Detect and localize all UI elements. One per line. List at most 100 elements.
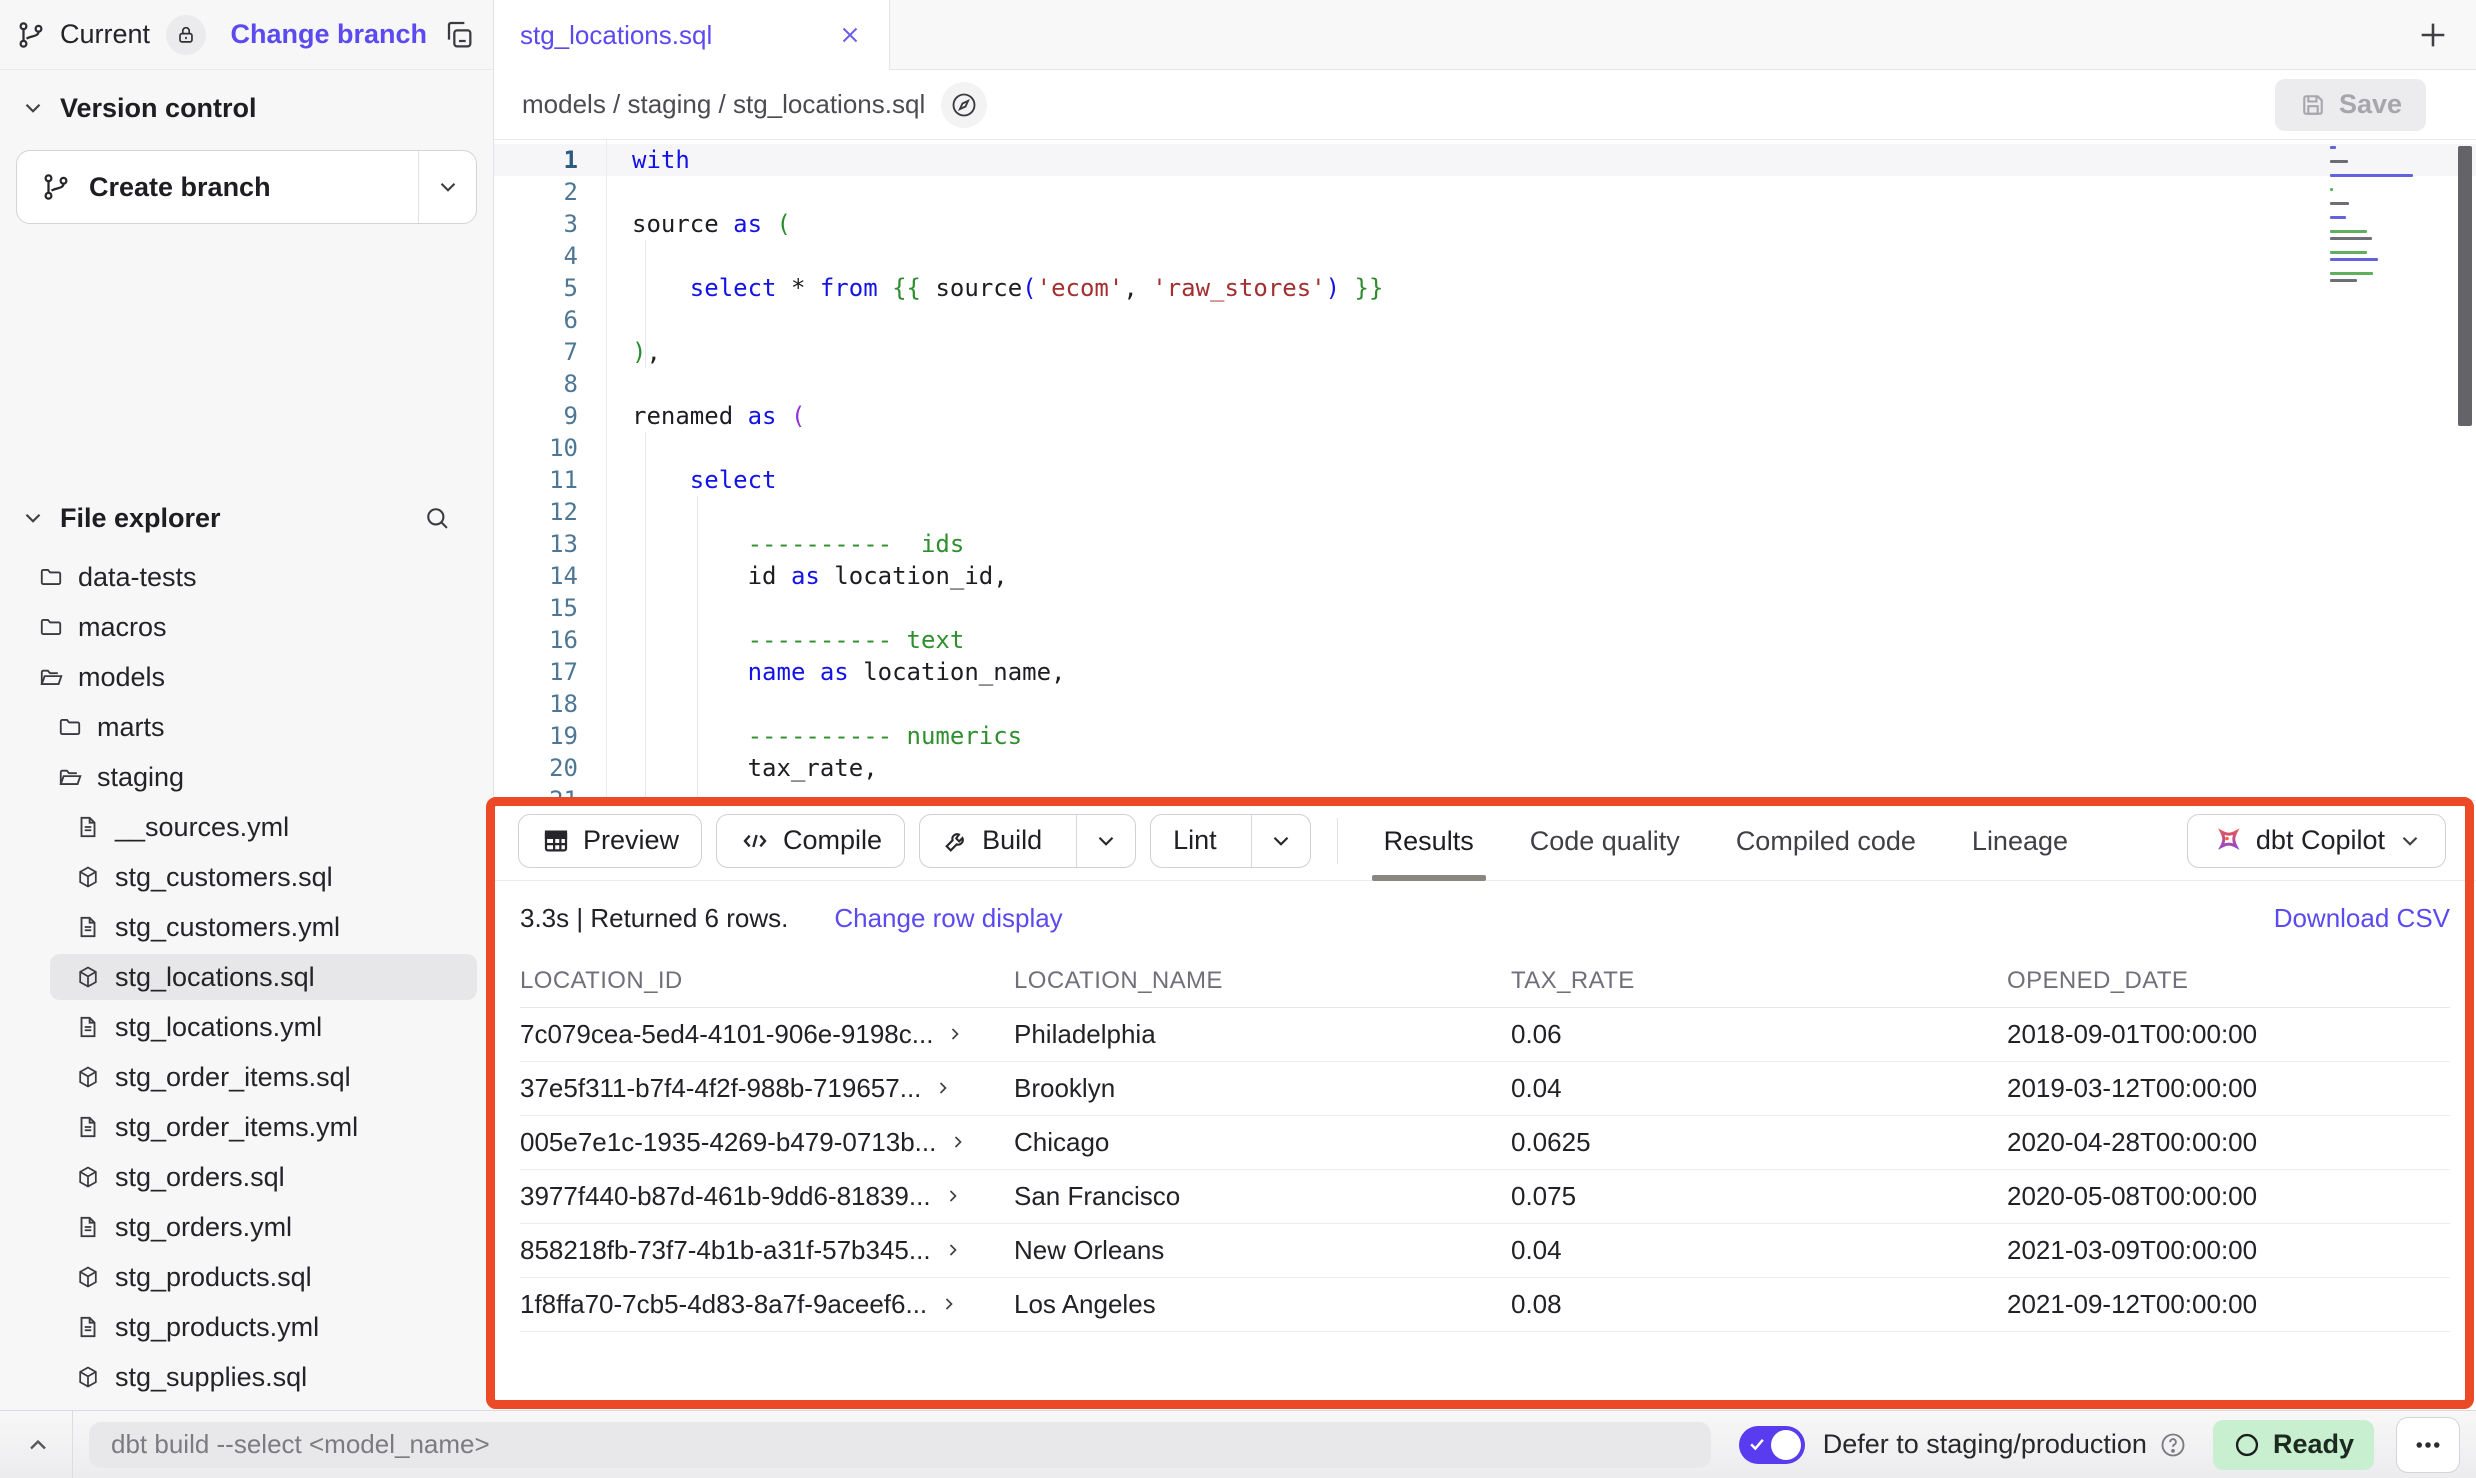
dbt-command-input[interactable] (89, 1422, 1711, 1468)
file-tree-file-stg_orders.sql[interactable]: stg_orders.sql (0, 1152, 493, 1202)
file-tree-folder-marts[interactable]: marts (0, 702, 493, 752)
code-line[interactable]: 20 tax_rate, (494, 752, 2476, 784)
table-row[interactable]: 005e7e1c-1935-4269-b479-0713b...Chicago0… (520, 1115, 2450, 1169)
change-row-display-link[interactable]: Change row display (834, 903, 1062, 934)
code-line[interactable]: 14 id as location_id, (494, 560, 2476, 592)
code-line[interactable]: 18 (494, 688, 2476, 720)
status-circle-icon (2233, 1431, 2261, 1459)
create-branch-dropdown[interactable] (418, 151, 476, 223)
tab-results[interactable]: Results (1356, 801, 1502, 881)
dbt-copilot-label: dbt Copilot (2256, 825, 2385, 856)
line-number: 19 (494, 720, 606, 752)
code-line[interactable]: 19 ---------- numerics (494, 720, 2476, 752)
code-text (606, 432, 632, 464)
lint-button-group: Lint (1150, 814, 1311, 868)
file-explorer-header[interactable]: File explorer (0, 490, 493, 546)
collapse-panel-button[interactable] (16, 1431, 60, 1459)
compile-button[interactable]: Compile (716, 814, 905, 868)
sidebar: Current Change branch Version control (0, 0, 494, 1410)
line-number: 5 (494, 272, 606, 304)
file-tree-file-stg_products.sql[interactable]: stg_products.sql (0, 1252, 493, 1302)
code-line[interactable]: 1with (494, 144, 2476, 176)
search-icon[interactable] (423, 504, 451, 532)
code-line[interactable]: 9renamed as ( (494, 400, 2476, 432)
help-question-icon[interactable] (2159, 1431, 2187, 1459)
tab-lineage[interactable]: Lineage (1944, 801, 2096, 881)
build-dropdown[interactable] (1076, 815, 1135, 867)
row-expand-chevron-icon[interactable] (933, 1078, 953, 1098)
table-row[interactable]: 37e5f311-b7f4-4f2f-988b-719657...Brookly… (520, 1061, 2450, 1115)
copy-icon[interactable] (443, 19, 475, 51)
build-button[interactable]: Build (920, 815, 1064, 867)
table-row[interactable]: 858218fb-73f7-4b1b-a31f-57b345...New Orl… (520, 1223, 2450, 1277)
file-tree-file-stg_locations.yml[interactable]: stg_locations.yml (0, 1002, 493, 1052)
code-line[interactable]: 2 (494, 176, 2476, 208)
code-editor[interactable]: 1with23source as (45 select * from {{ so… (494, 140, 2476, 800)
download-csv-link[interactable]: Download CSV (2274, 903, 2450, 934)
code-line[interactable]: 5 select * from {{ source('ecom', 'raw_s… (494, 272, 2476, 304)
line-number: 18 (494, 688, 606, 720)
version-control-header[interactable]: Version control (0, 80, 493, 136)
preview-button[interactable]: Preview (518, 814, 702, 868)
table-row[interactable]: 3977f440-b87d-461b-9dd6-81839...San Fran… (520, 1169, 2450, 1223)
column-header-location_name: LOCATION_NAME (1014, 955, 1511, 1007)
table-row[interactable]: 7c079cea-5ed4-4101-906e-9198c...Philadel… (520, 1007, 2450, 1061)
status-badge[interactable]: Ready (2213, 1420, 2374, 1470)
code-line[interactable]: 8 (494, 368, 2476, 400)
new-tab-plus-icon[interactable] (2416, 18, 2450, 52)
code-line[interactable]: 4 (494, 240, 2476, 272)
code-line[interactable]: 17 name as location_name, (494, 656, 2476, 688)
code-line[interactable]: 13 ---------- ids (494, 528, 2476, 560)
change-branch-link[interactable]: Change branch (230, 19, 427, 50)
file-tree-folder-models[interactable]: models (0, 652, 493, 702)
code-line[interactable]: 16 ---------- text (494, 624, 2476, 656)
file-tree-file-stg_locations.sql[interactable]: stg_locations.sql (0, 952, 493, 1002)
file-tree-folder-macros[interactable]: macros (0, 602, 493, 652)
code-line[interactable]: 3source as ( (494, 208, 2476, 240)
file-tree-file-stg_products.yml[interactable]: stg_products.yml (0, 1302, 493, 1352)
tab-compiled-code[interactable]: Compiled code (1708, 801, 1944, 881)
file-tree-file-stg_order_items.yml[interactable]: stg_order_items.yml (0, 1102, 493, 1152)
code-line[interactable]: 12 (494, 496, 2476, 528)
results-panel: Preview Compile Build (494, 800, 2476, 1410)
code-line[interactable]: 21 (494, 784, 2476, 800)
defer-toggle[interactable] (1739, 1426, 1805, 1464)
file-tree-file-stg_supplies.sql[interactable]: stg_supplies.sql (0, 1352, 493, 1402)
file-tree-folder-staging[interactable]: staging (0, 752, 493, 802)
file-tree-file-stg_orders.yml[interactable]: stg_orders.yml (0, 1202, 493, 1252)
ellipsis-icon (2413, 1430, 2443, 1460)
tab-code-quality[interactable]: Code quality (1502, 801, 1708, 881)
row-expand-chevron-icon[interactable] (943, 1186, 963, 1206)
file-tree-file-stg_order_items.sql[interactable]: stg_order_items.sql (0, 1052, 493, 1102)
create-branch-button[interactable]: Create branch (16, 150, 477, 224)
code-line[interactable]: 10 (494, 432, 2476, 464)
dbt-copilot-button[interactable]: dbt Copilot (2187, 814, 2446, 868)
code-line[interactable]: 7), (494, 336, 2476, 368)
close-icon[interactable] (837, 22, 863, 48)
row-expand-chevron-icon[interactable] (939, 1294, 959, 1314)
code-line[interactable]: 15 (494, 592, 2476, 624)
save-button[interactable]: Save (2275, 79, 2426, 131)
table-row[interactable]: 1f8ffa70-7cb5-4d83-8a7f-9aceef6...Los An… (520, 1277, 2450, 1331)
code-line[interactable]: 11 select (494, 464, 2476, 496)
file-tree-file-stg_customers.yml[interactable]: stg_customers.yml (0, 902, 493, 952)
more-menu-button[interactable] (2396, 1417, 2460, 1473)
file-tree-folder-data-tests[interactable]: data-tests (0, 552, 493, 602)
tab-stg-locations-sql[interactable]: stg_locations.sql (494, 0, 890, 70)
document-icon (75, 1214, 101, 1240)
docs-compass-button[interactable] (941, 82, 987, 128)
editor-scrollbar[interactable] (2458, 146, 2472, 426)
row-expand-chevron-icon[interactable] (948, 1132, 968, 1152)
file-name: __sources.yml (115, 812, 289, 843)
file-tree-file-__sources.yml[interactable]: __sources.yml (0, 802, 493, 852)
code-line[interactable]: 6 (494, 304, 2476, 336)
lint-dropdown[interactable] (1251, 815, 1310, 867)
row-expand-chevron-icon[interactable] (945, 1024, 965, 1044)
file-tree-file-stg_customers.sql[interactable]: stg_customers.sql (0, 852, 493, 902)
cell-opened-date: 2021-03-09T00:00:00 (2007, 1223, 2450, 1277)
code-text: with (606, 144, 690, 176)
line-number: 15 (494, 592, 606, 624)
cell-tax-rate: 0.06 (1511, 1007, 2007, 1061)
lint-button[interactable]: Lint (1151, 815, 1239, 867)
row-expand-chevron-icon[interactable] (943, 1240, 963, 1260)
